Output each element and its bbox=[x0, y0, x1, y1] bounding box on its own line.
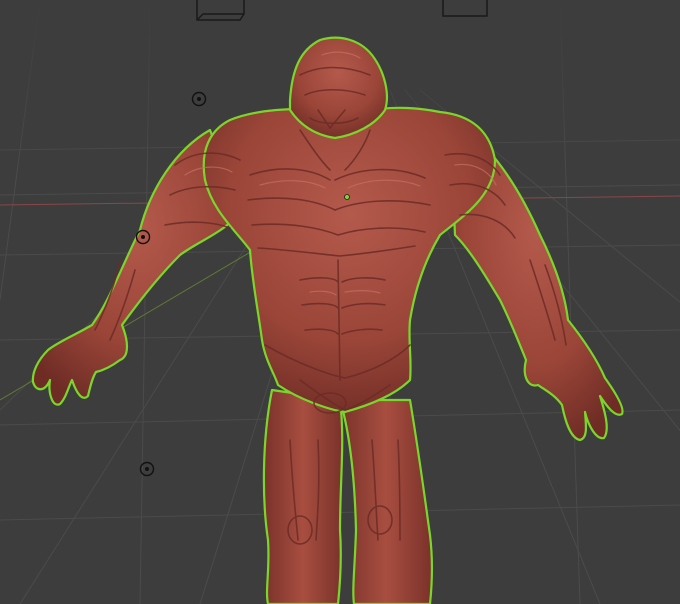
empty-target-icon[interactable] bbox=[135, 229, 151, 245]
empty-target-icon[interactable] bbox=[139, 461, 155, 477]
object-origin-dot bbox=[344, 194, 350, 200]
3d-viewport[interactable] bbox=[0, 0, 680, 604]
sculpted-creature-mesh[interactable] bbox=[0, 0, 680, 604]
empty-target-icon[interactable] bbox=[191, 91, 207, 107]
